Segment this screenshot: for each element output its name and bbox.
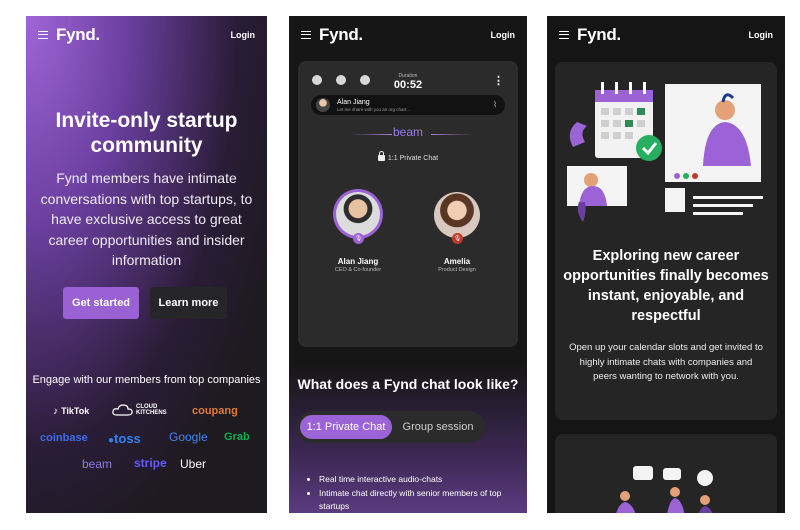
more-icon[interactable]: ⋮ [493,74,504,87]
chat-type-label: 1:1 Private Chat [298,151,518,162]
feature-card: Exploring new career opportunities final… [555,62,777,420]
list-item: Real time interactive audio-chats [319,473,519,487]
login-link[interactable]: Login [231,30,256,40]
networking-illustration [616,466,713,513]
participant-name: Alan Jiang [337,257,379,266]
coupang-logo: coupang [192,405,238,417]
lock-icon [377,151,385,161]
top-nav: Fynd. Login [289,24,527,46]
menu-icon[interactable] [559,31,569,39]
divider [431,134,473,135]
hero-title: Invite-only startup community [55,109,238,157]
logo[interactable]: Fynd. [56,25,100,45]
beam-brand: beam [392,125,424,139]
participant-role: CEO & Co-founder [334,267,382,273]
logo[interactable]: Fynd. [577,25,621,45]
participant-role: Product Design [438,267,476,273]
menu-icon[interactable] [38,31,48,39]
screen-chat: Fynd. Login Duration 00:52 ⋮ Alan Jiang … [289,16,527,513]
get-started-button[interactable]: Get started [63,287,139,319]
participant-avatar-alan[interactable] [333,189,383,239]
list-item: Intimate chat directly with senior membe… [319,487,519,514]
participant-avatar-amelia[interactable] [434,192,480,238]
message-author: Alan Jiang [337,99,370,106]
top-nav: Fynd. Login [26,24,267,46]
engage-heading: Engage with our members from top compani… [32,374,261,386]
cloud-icon [112,404,133,416]
tab-private-chat[interactable]: 1:1 Private Chat [300,415,392,439]
tab-group-session[interactable]: Group session [397,415,479,439]
menu-icon[interactable] [301,31,311,39]
feature-description: Open up your calendar slots and get invi… [569,342,763,382]
section-heading: What does a Fynd chat look like? [297,376,519,392]
message-bar[interactable]: Alan Jiang Let me share with you an org … [311,95,505,115]
chat-preview-card: Duration 00:52 ⋮ Alan Jiang Let me share… [298,61,518,347]
message-text: Let me share with you an org chart... [337,107,411,112]
grab-logo: Grab [224,431,250,443]
cloudkitchens-logo: CLOUD KITCHENS [112,404,172,416]
learn-more-button[interactable]: Learn more [150,287,227,319]
top-nav: Fynd. Login [547,24,785,46]
chat-toolbar: Duration 00:52 ⋮ [312,71,504,91]
stripe-logo: stripe [134,456,167,470]
login-link[interactable]: Login [491,30,516,40]
google-logo: Google [169,430,208,444]
uber-logo: Uber [180,457,207,471]
network-card [555,434,777,513]
participant-name: Amelia [443,257,471,266]
feature-title: Exploring new career opportunities final… [563,248,769,324]
mic-icon: 🎙 [353,233,364,244]
feature-list: Real time interactive audio-chats Intima… [307,473,519,513]
duration-timer: 00:52 [393,79,423,91]
hero-description: Fynd members have intimate conversations… [40,170,253,268]
chat-type-tabs: 1:1 Private Chat Group session [297,411,485,443]
toss-logo: ●toss [108,431,141,446]
tiktok-note-icon: ♪ [53,406,58,417]
beam-logo: beam [82,457,113,471]
mic-muted-icon: 🎙 [452,233,463,244]
avatar-photo [336,192,380,236]
login-link[interactable]: Login [749,30,774,40]
tiktok-logo: ♪ TikTok [53,406,90,417]
attachment-icon[interactable]: ⌇ [493,100,497,109]
logo[interactable]: Fynd. [319,25,363,45]
avatar [316,98,330,112]
screen-explore: Fynd. Login Exploring new career opportu… [547,16,785,513]
screen-landing: Fynd. Login Invite-only startup communit… [26,16,267,513]
calendar-illustration [567,82,763,222]
coinbase-logo: coinbase [40,432,88,444]
